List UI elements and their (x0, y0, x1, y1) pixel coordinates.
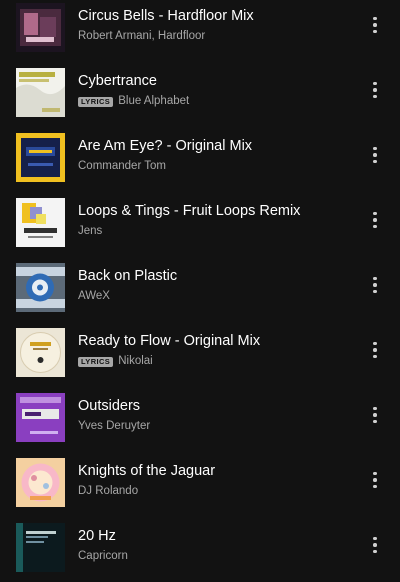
track-row[interactable]: Ready to Flow - Original Mix LYRICS Niko… (0, 325, 400, 383)
track-artist[interactable]: Commander Tom (78, 159, 166, 174)
lyrics-badge: LYRICS (78, 96, 114, 107)
track-title: 20 Hz (78, 528, 116, 544)
album-art-ready-to-flow (16, 328, 65, 377)
track-title: Ready to Flow - Original Mix (78, 333, 261, 349)
more-options-icon[interactable] (364, 142, 386, 168)
track-row[interactable]: Cybertrance LYRICS Blue Alphabet (0, 65, 400, 123)
album-art-loops-and-tings (16, 198, 65, 247)
track-row[interactable]: Outsiders Yves Deruyter (0, 390, 400, 448)
more-options-icon[interactable] (364, 467, 386, 493)
more-options-icon[interactable] (364, 207, 386, 233)
track-row[interactable]: Loops & Tings - Fruit Loops Remix Jens (0, 195, 400, 253)
track-title: Loops & Tings - Fruit Loops Remix (78, 203, 301, 219)
track-title: Are Am Eye? - Original Mix (78, 138, 253, 154)
track-row[interactable]: Back on Plastic AWeX (0, 260, 400, 318)
track-artist[interactable]: AWeX (78, 289, 110, 304)
album-art-outsiders (16, 393, 65, 442)
track-title: Circus Bells - Hardfloor Mix (78, 8, 254, 24)
track-artist[interactable]: Capricorn (78, 549, 128, 564)
track-subtitle: LYRICS Nikolai (78, 354, 153, 369)
album-art-20-hz (16, 523, 65, 572)
more-options-icon[interactable] (364, 337, 386, 363)
track-artist[interactable]: Robert Armani, Hardfloor (78, 29, 205, 44)
track-row[interactable]: Circus Bells - Hardfloor Mix Robert Arma… (0, 0, 400, 58)
lyrics-badge: LYRICS (78, 356, 114, 367)
track-title: Back on Plastic (78, 268, 178, 284)
track-row[interactable]: Knights of the Jaguar DJ Rolando (0, 455, 400, 513)
album-art-are-am-eye (16, 133, 65, 182)
track-row[interactable]: Are Am Eye? - Original Mix Commander Tom (0, 130, 400, 188)
track-subtitle: DJ Rolando (78, 484, 138, 499)
track-artist[interactable]: Blue Alphabet (118, 94, 189, 109)
track-title: Cybertrance (78, 73, 157, 89)
track-subtitle: AWeX (78, 289, 110, 304)
track-subtitle: Commander Tom (78, 159, 166, 174)
track-artist[interactable]: Nikolai (118, 354, 153, 369)
more-options-icon[interactable] (364, 402, 386, 428)
album-art-knights-of-the-jaguar (16, 458, 65, 507)
more-options-icon[interactable] (364, 532, 386, 558)
track-list: Circus Bells - Hardfloor Mix Robert Arma… (0, 0, 400, 582)
track-artist[interactable]: Yves Deruyter (78, 419, 150, 434)
track-title: Knights of the Jaguar (78, 463, 216, 479)
album-art-cybertrance (16, 68, 65, 117)
more-options-icon[interactable] (364, 12, 386, 38)
album-art-back-on-plastic (16, 263, 65, 312)
more-options-icon[interactable] (364, 77, 386, 103)
track-subtitle: Jens (78, 224, 102, 239)
track-artist[interactable]: Jens (78, 224, 102, 239)
track-subtitle: Yves Deruyter (78, 419, 150, 434)
track-row[interactable]: 20 Hz Capricorn (0, 520, 400, 578)
more-options-icon[interactable] (364, 272, 386, 298)
album-art-circus-bells (16, 3, 65, 52)
track-title: Outsiders (78, 398, 141, 414)
track-subtitle: Capricorn (78, 549, 128, 564)
track-subtitle: LYRICS Blue Alphabet (78, 94, 189, 109)
track-subtitle: Robert Armani, Hardfloor (78, 29, 205, 44)
track-artist[interactable]: DJ Rolando (78, 484, 138, 499)
